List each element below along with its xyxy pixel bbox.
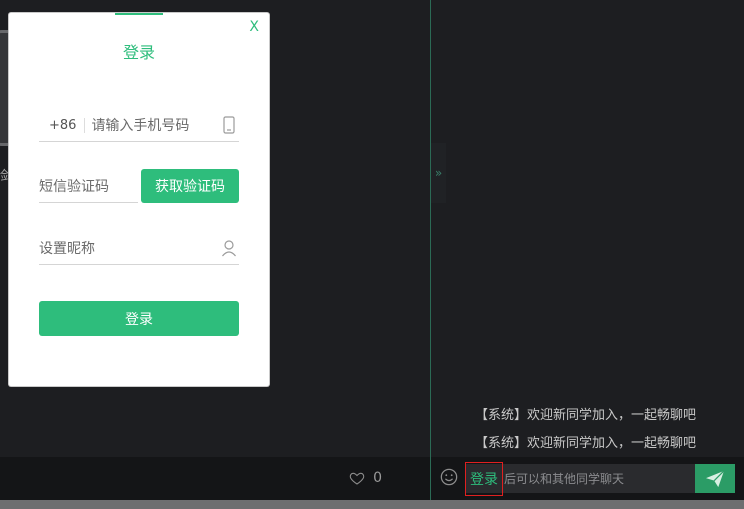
- app-stage: 剑 【系统】欢迎新同学加入，一起畅聊吧 【系统】欢迎新同学加入，一起畅聊吧 » …: [0, 0, 744, 509]
- close-button[interactable]: X: [249, 19, 259, 35]
- modal-accent-line: [115, 13, 163, 15]
- double-chevron-right-icon: »: [434, 166, 443, 180]
- collapse-panel-button[interactable]: »: [431, 143, 446, 203]
- phone-field[interactable]: +86 请输入手机号码: [39, 109, 239, 142]
- login-button[interactable]: 登录: [39, 301, 239, 336]
- footer-strip: [0, 500, 744, 509]
- like-button[interactable]: 0: [349, 470, 382, 486]
- like-count: 0: [373, 470, 382, 486]
- phone-placeholder: 请输入手机号码: [91, 118, 190, 134]
- sms-code-placeholder: 短信验证码: [39, 179, 109, 195]
- send-button[interactable]: [695, 464, 735, 493]
- user-icon: [222, 240, 236, 257]
- paper-plane-icon: [706, 469, 725, 487]
- country-code[interactable]: +86: [39, 117, 86, 133]
- chat-login-link[interactable]: 登录: [465, 461, 503, 496]
- chat-input-placeholder: 后可以和其他同学聊天: [504, 472, 625, 486]
- get-code-button[interactable]: 获取验证码: [141, 169, 239, 203]
- chat-input-bar: 登录 后可以和其他同学聊天: [431, 457, 744, 500]
- sms-code-field[interactable]: 短信验证码: [39, 170, 138, 203]
- heart-icon: [349, 472, 365, 485]
- nickname-placeholder: 设置昵称: [39, 241, 95, 257]
- phone-icon: [223, 116, 235, 134]
- nickname-field[interactable]: 设置昵称: [39, 232, 239, 265]
- chat-message: 【系统】欢迎新同学加入，一起畅聊吧: [475, 436, 697, 451]
- player-bottom-bar: 0: [0, 457, 430, 500]
- chat-panel: 【系统】欢迎新同学加入，一起畅聊吧 【系统】欢迎新同学加入，一起畅聊吧: [431, 0, 744, 457]
- modal-title: 登录: [122, 43, 155, 62]
- chat-message: 【系统】欢迎新同学加入，一起畅聊吧: [475, 408, 697, 423]
- chat-input[interactable]: 登录 后可以和其他同学聊天: [465, 461, 696, 496]
- emoji-icon[interactable]: [440, 468, 458, 486]
- login-modal: X 登录 +86 请输入手机号码 短信验证码 获取验证码 设置昵称 登录: [9, 13, 269, 386]
